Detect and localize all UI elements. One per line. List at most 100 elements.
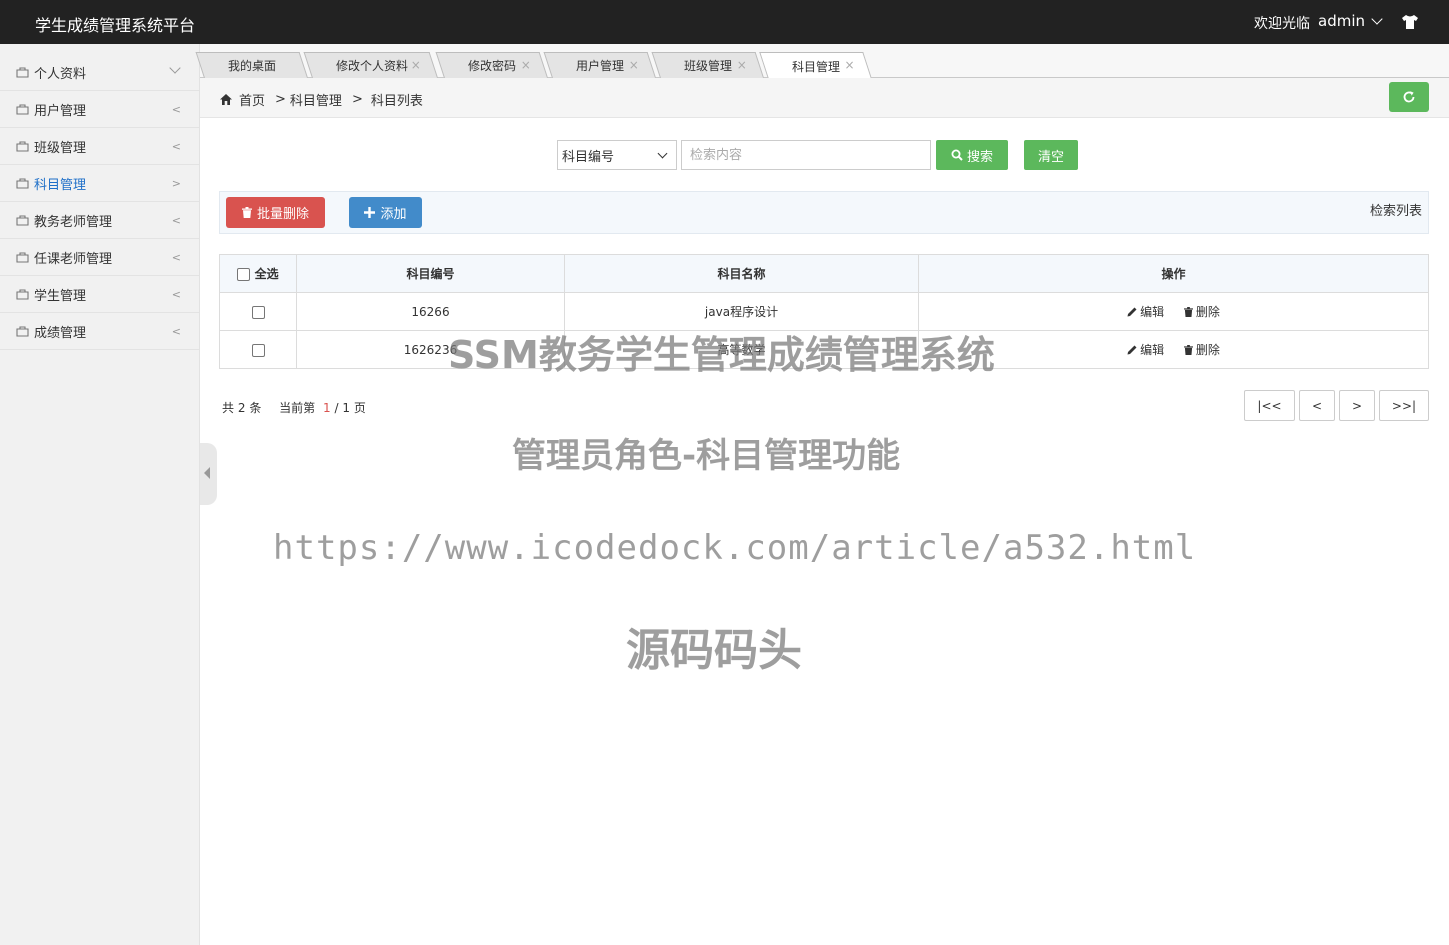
close-icon[interactable]: × [629, 58, 639, 72]
chevron-left-icon: < [171, 102, 181, 116]
sidebar-item-subjects[interactable]: 科目管理 > [0, 165, 199, 202]
select-all-checkbox[interactable] [237, 268, 251, 281]
sidebar-collapse-handle[interactable] [200, 443, 217, 505]
welcome-text: 欢迎光临 [1254, 16, 1310, 32]
chevron-down-icon [169, 62, 181, 74]
column-header-code: 科目编号 [296, 254, 565, 293]
tab-label: 用户管理 [575, 59, 624, 73]
triangle-left-icon [204, 467, 210, 479]
pencil-icon [1127, 307, 1137, 316]
breadcrumb-level2: 科目列表 [370, 94, 423, 109]
close-icon[interactable]: × [521, 58, 531, 72]
chevron-left-icon: < [171, 287, 181, 301]
trash-icon [1183, 344, 1193, 355]
pager-current: 1 [323, 401, 331, 415]
chevron-right-icon: > [171, 176, 181, 190]
tab-label: 我的桌面 [227, 59, 276, 73]
chevron-left-icon: < [171, 250, 181, 264]
trash-icon [1183, 306, 1193, 317]
sidebar-item-label: 班级管理 [34, 140, 87, 156]
top-header: 学生成绩管理系统平台 欢迎光临 admin [0, 0, 1449, 44]
refresh-button[interactable] [1389, 82, 1429, 112]
row-select-cell [219, 292, 297, 331]
search-field-value: 科目编号 [562, 149, 615, 165]
sidebar-item-profile[interactable]: 个人资料 [0, 44, 199, 91]
breadcrumb-home[interactable]: 首页 [239, 90, 265, 109]
chevron-down-icon [1371, 13, 1383, 25]
sidebar: 个人资料 用户管理 < 班级管理 < 科目管理 > 教务老师管理 < 任课老师管… [0, 44, 200, 945]
tab-label: 科目管理 [791, 59, 840, 74]
search-icon [951, 149, 963, 161]
first-page-button[interactable]: |<< [1244, 390, 1295, 421]
watermark-subtitle: 管理员角色-科目管理功能 [512, 436, 901, 476]
sidebar-item-users[interactable]: 用户管理 < [0, 91, 199, 128]
breadcrumb: 首页 > 科目管理 > 科目列表 [220, 90, 423, 109]
home-icon [220, 94, 232, 105]
tab-user-management[interactable]: 用户管理 × [543, 52, 656, 78]
breadcrumb-separator: > [351, 92, 363, 107]
action-toolbar: 批量删除 添加 检索列表 [219, 191, 1429, 234]
clear-button[interactable]: 清空 [1024, 140, 1078, 170]
row-actions: 编辑 删除 [918, 292, 1429, 331]
pager-slash: / [334, 401, 339, 415]
row-select-cell [219, 330, 297, 369]
delete-label: 删除 [1195, 343, 1220, 357]
sidebar-item-classes[interactable]: 班级管理 < [0, 128, 199, 165]
sidebar-item-course-teachers[interactable]: 任课老师管理 < [0, 239, 199, 276]
close-icon[interactable]: × [737, 58, 747, 72]
batch-delete-button[interactable]: 批量删除 [226, 197, 325, 228]
edit-label: 编辑 [1140, 305, 1165, 319]
pager-info: 共 2 条 当前第 1 / 1 页 [222, 399, 366, 416]
tab-class-management[interactable]: 班级管理 × [651, 52, 764, 78]
tab-change-password[interactable]: 修改密码 × [435, 52, 548, 78]
row-checkbox[interactable] [251, 305, 265, 319]
user-menu[interactable]: admin [1318, 12, 1383, 30]
tab-edit-profile[interactable]: 修改个人资料 × [303, 52, 438, 78]
add-button[interactable]: 添加 [349, 197, 422, 228]
search-field-select[interactable]: 科目编号 [557, 140, 677, 170]
chevron-left-icon: < [171, 213, 181, 227]
close-icon[interactable]: × [411, 58, 421, 72]
list-title: 检索列表 [1369, 204, 1422, 219]
shirt-icon[interactable] [1401, 13, 1419, 31]
row-checkbox[interactable] [251, 343, 265, 357]
delete-link[interactable]: 删除 [1183, 303, 1220, 320]
tab-subject-management[interactable]: 科目管理 × [759, 52, 872, 79]
last-page-button[interactable]: >>| [1379, 390, 1429, 421]
edit-link[interactable]: 编辑 [1127, 341, 1164, 358]
chevron-left-icon: < [171, 139, 181, 153]
trash-icon [241, 207, 252, 218]
breadcrumb-bar: 首页 > 科目管理 > 科目列表 [200, 78, 1449, 118]
pencil-icon [1127, 345, 1137, 354]
search-input[interactable] [681, 140, 931, 170]
watermark-title: SSM教务学生管理成绩管理系统 [448, 333, 995, 377]
watermark-brand: 源码码头 [626, 625, 802, 676]
next-page-button[interactable]: > [1339, 390, 1375, 421]
tab-label: 修改密码 [467, 59, 516, 73]
sidebar-item-label: 任课老师管理 [34, 251, 113, 267]
delete-link[interactable]: 删除 [1183, 341, 1220, 358]
sidebar-item-label: 用户管理 [34, 103, 87, 119]
tab-desktop[interactable]: 我的桌面 [195, 52, 308, 78]
breadcrumb-separator: > [275, 92, 286, 107]
sidebar-item-students[interactable]: 学生管理 < [0, 276, 199, 313]
chevron-left-icon: < [171, 324, 181, 338]
search-button[interactable]: 搜索 [936, 140, 1008, 170]
bag-icon [16, 104, 29, 115]
bag-icon [16, 326, 29, 337]
edit-link[interactable]: 编辑 [1127, 303, 1164, 320]
sidebar-item-grades[interactable]: 成绩管理 < [0, 313, 199, 350]
chevron-down-icon [657, 148, 668, 158]
select-all-header[interactable]: 全选 [219, 254, 297, 293]
edit-label: 编辑 [1140, 343, 1165, 357]
prev-page-button[interactable]: < [1299, 390, 1335, 421]
refresh-icon [1403, 91, 1415, 103]
clear-button-label: 清空 [1037, 149, 1064, 165]
bag-icon [16, 289, 29, 300]
sidebar-item-academic-teachers[interactable]: 教务老师管理 < [0, 202, 199, 239]
add-button-label: 添加 [380, 207, 407, 222]
bag-icon [16, 141, 29, 152]
bag-icon [16, 215, 29, 226]
breadcrumb-level1[interactable]: 科目管理 [290, 90, 342, 109]
close-icon[interactable]: × [844, 58, 854, 72]
